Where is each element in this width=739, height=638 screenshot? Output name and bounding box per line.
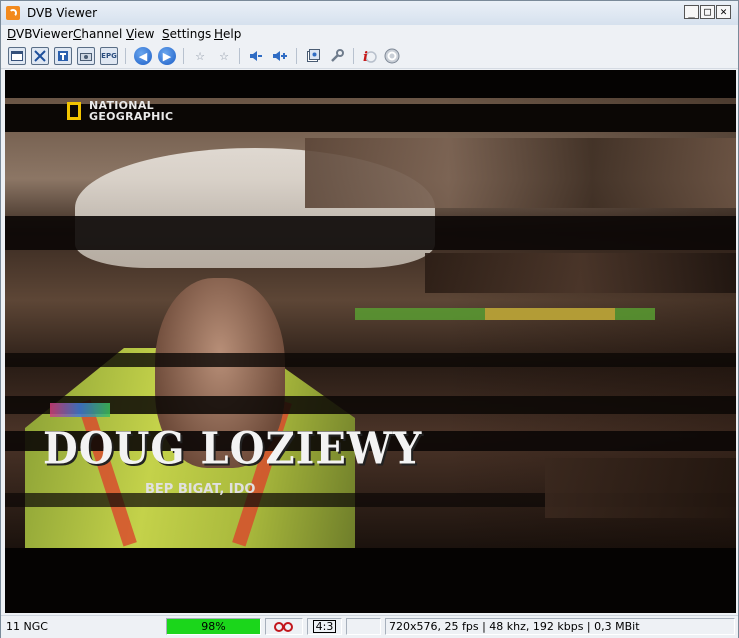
video-display[interactable]: NATIONAL GEOGRAPHIC DOUG LOZIEWY BEP BIG… bbox=[5, 70, 736, 613]
teletext-icon[interactable] bbox=[54, 47, 72, 65]
stream-info: 720x576, 25 fps | 48 khz, 192 kbps | 0,3… bbox=[385, 618, 735, 635]
svg-text:i: i bbox=[363, 50, 368, 64]
channel-logo-text: NATIONAL GEOGRAPHIC bbox=[89, 99, 174, 123]
window-mode-icon[interactable] bbox=[8, 47, 26, 65]
video-glitch-block bbox=[50, 403, 110, 417]
record-icon[interactable] bbox=[304, 47, 322, 65]
dolby-logo bbox=[274, 621, 294, 632]
toolbar-separator bbox=[239, 48, 240, 64]
window-title: DVB Viewer bbox=[27, 6, 98, 20]
toolbar-separator bbox=[296, 48, 297, 64]
app-window: DVB Viewer _ □ ✕ DVBViewer Channel View … bbox=[0, 0, 739, 638]
video-glitch-band bbox=[5, 353, 736, 367]
menu-settings-label: Settings bbox=[162, 27, 212, 41]
favorite-add-icon[interactable]: ☆ bbox=[215, 47, 233, 65]
settings-icon[interactable] bbox=[328, 47, 346, 65]
menu-channel[interactable]: Channel bbox=[73, 27, 122, 41]
channel-logo-frame bbox=[67, 102, 81, 120]
app-icon[interactable] bbox=[6, 6, 20, 20]
close-button[interactable]: ✕ bbox=[716, 5, 731, 19]
menu-view[interactable]: View bbox=[126, 27, 154, 41]
epg-label: EPG bbox=[101, 52, 117, 60]
info-icon[interactable]: i bbox=[360, 47, 378, 65]
video-glitch-block bbox=[305, 138, 736, 208]
toolbar: EPG ◀ ▶ ☆ ☆ i bbox=[1, 44, 738, 69]
epg-icon[interactable]: EPG bbox=[100, 47, 118, 65]
video-glitch-band bbox=[5, 216, 736, 250]
status-bar: 11 NGC 98% 4:3 720x576, 25 fps | 48 khz,… bbox=[1, 615, 738, 638]
status-channel: 11 NGC bbox=[6, 620, 48, 633]
menu-dvbviewer-label: DVBViewer bbox=[7, 27, 73, 41]
menu-bar: DVBViewer Channel View Settings Help bbox=[1, 25, 738, 43]
status-empty-cell bbox=[346, 618, 381, 635]
lower-third-name: DOUG LOZIEWY bbox=[43, 422, 423, 475]
dolby-icon bbox=[265, 618, 303, 635]
menu-dvbviewer[interactable]: DVBViewer bbox=[7, 27, 73, 41]
signal-strength: 98% bbox=[166, 618, 261, 635]
aspect-ratio[interactable]: 4:3 bbox=[307, 618, 342, 635]
menu-view-label: View bbox=[126, 27, 155, 41]
volume-up-icon[interactable] bbox=[271, 47, 289, 65]
forward-icon[interactable]: ▶ bbox=[158, 47, 176, 65]
favorite-icon[interactable]: ☆ bbox=[191, 47, 209, 65]
title-bar[interactable]: DVB Viewer _ □ ✕ bbox=[1, 1, 738, 26]
lower-third-subtitle: BEP BIGAT, IDO bbox=[145, 482, 256, 497]
toolbar-separator bbox=[125, 48, 126, 64]
menu-channel-label: Channel bbox=[73, 27, 123, 41]
menu-help[interactable]: Help bbox=[214, 27, 241, 41]
volume-down-icon[interactable] bbox=[247, 47, 265, 65]
aspect-ratio-label: 4:3 bbox=[312, 620, 337, 633]
video-glitch-block bbox=[425, 253, 736, 293]
video-glitch-block bbox=[485, 308, 615, 320]
video-frame bbox=[5, 98, 736, 548]
toolbar-separator bbox=[183, 48, 184, 64]
menu-settings[interactable]: Settings bbox=[162, 27, 211, 41]
power-icon[interactable] bbox=[383, 47, 401, 65]
toolbar-separator bbox=[353, 48, 354, 64]
video-glitch-band bbox=[5, 396, 736, 414]
snapshot-icon[interactable] bbox=[77, 47, 95, 65]
menu-help-label: Help bbox=[214, 27, 242, 41]
back-icon[interactable]: ◀ bbox=[134, 47, 152, 65]
video-glitch-block bbox=[545, 458, 736, 518]
maximize-button[interactable]: □ bbox=[700, 5, 715, 19]
fullscreen-icon[interactable] bbox=[31, 47, 49, 65]
minimize-button[interactable]: _ bbox=[684, 5, 699, 19]
